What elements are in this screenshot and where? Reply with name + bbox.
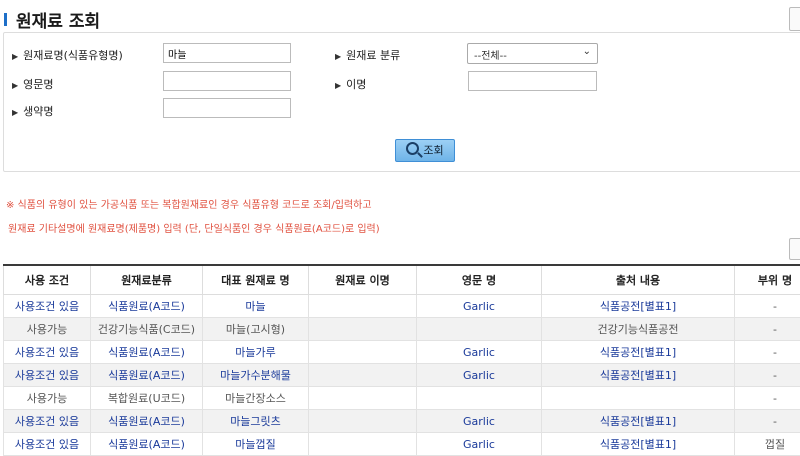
top-right-button[interactable] (789, 7, 800, 31)
cell-name: 마늘(고시형) (203, 318, 309, 341)
table-row[interactable]: 사용조건 있음식품원료(A코드)마늘 Garlic식품공전[별표1]- (4, 295, 800, 318)
scientific-label: ▶생약명 (12, 103, 54, 119)
scientific-input[interactable] (163, 98, 291, 118)
cell-category: 건강기능식품(C코드) (91, 318, 203, 341)
cell-condition: 사용조건 있음 (4, 410, 91, 433)
bullet-triangle-icon: ▶ (12, 81, 18, 90)
cell-category: 복합원료(U코드) (91, 387, 203, 410)
cell-english: Garlic (417, 295, 542, 318)
cell-english: Garlic (417, 341, 542, 364)
cell-name: 마늘가수분해물 (203, 364, 309, 387)
cell-name: 마늘가루 (203, 341, 309, 364)
search-button[interactable]: 조회 (395, 139, 455, 162)
english-label: ▶영문명 (12, 76, 54, 92)
cell-part: - (735, 341, 800, 364)
table-row[interactable]: 사용조건 있음식품원료(A코드)마늘가루 Garlic식품공전[별표1]- (4, 341, 800, 364)
cell-condition: 사용조건 있음 (4, 295, 91, 318)
cell-english (417, 387, 542, 410)
cell-alias (309, 364, 417, 387)
english-input[interactable] (163, 71, 291, 91)
table-row[interactable]: 사용가능건강기능식품(C코드)마늘(고시형) 건강기능식품공전- (4, 318, 800, 341)
cell-alias (309, 318, 417, 341)
table-row[interactable]: 사용조건 있음식품원료(A코드)마늘그릿츠 Garlic식품공전[별표1]- (4, 410, 800, 433)
column-header: 원재료 이명 (309, 265, 417, 295)
cell-name: 마늘그릿츠 (203, 410, 309, 433)
bullet-triangle-icon: ▶ (12, 52, 18, 61)
search-icon (406, 142, 419, 155)
title-accent-bar (4, 13, 7, 26)
notice-line-1: ※ 식품의 유형이 있는 가공식품 또는 복합원재료인 경우 식품유형 코드로 … (6, 196, 372, 211)
cell-name: 마늘껍질 (203, 433, 309, 456)
cell-part: - (735, 410, 800, 433)
cell-english: Garlic (417, 364, 542, 387)
cell-alias (309, 433, 417, 456)
cell-name: 마늘간장소스 (203, 387, 309, 410)
table-row[interactable]: 사용가능복합원료(U코드)마늘간장소스 - (4, 387, 800, 410)
cell-condition: 사용조건 있음 (4, 364, 91, 387)
table-row[interactable]: 사용조건 있음식품원료(A코드)마늘껍질 Garlic식품공전[별표1]껍질 (4, 433, 800, 456)
column-header: 원재료분류 (91, 265, 203, 295)
cell-condition: 사용조건 있음 (4, 433, 91, 456)
cell-part: - (735, 387, 800, 410)
column-header: 대표 원재료 명 (203, 265, 309, 295)
cell-part: - (735, 295, 800, 318)
cell-alias (309, 387, 417, 410)
cell-english: Garlic (417, 410, 542, 433)
column-header: 사용 조건 (4, 265, 91, 295)
page-header: 원재료 조회 (0, 4, 800, 32)
bullet-triangle-icon: ▶ (12, 108, 18, 117)
cell-condition: 사용조건 있음 (4, 341, 91, 364)
cell-alias (309, 341, 417, 364)
cell-source: 건강기능식품공전 (542, 318, 735, 341)
cell-source: 식품공전[별표1] (542, 295, 735, 318)
cell-source (542, 387, 735, 410)
chevron-down-icon: ⌄ (583, 46, 591, 57)
cell-alias (309, 295, 417, 318)
notice-line-2: 원재료 기타설명에 원재료명(제품명) 입력 (단, 단일식품인 경우 식품원료… (8, 220, 380, 235)
page-title: 원재료 조회 (16, 7, 100, 32)
cell-condition: 사용가능 (4, 318, 91, 341)
cell-english (417, 318, 542, 341)
cell-category: 식품원료(A코드) (91, 295, 203, 318)
cell-category: 식품원료(A코드) (91, 364, 203, 387)
results-table: 사용 조건원재료분류대표 원재료 명원재료 이명영문 명출처 내용부위 명 사용… (3, 264, 800, 456)
bullet-triangle-icon: ▶ (335, 52, 341, 61)
cell-part: - (735, 364, 800, 387)
cell-source: 식품공전[별표1] (542, 341, 735, 364)
cell-part: 껍질 (735, 433, 800, 456)
name-input[interactable] (163, 43, 291, 63)
cell-source: 식품공전[별표1] (542, 410, 735, 433)
cell-category: 식품원료(A코드) (91, 341, 203, 364)
table-header-row: 사용 조건원재료분류대표 원재료 명원재료 이명영문 명출처 내용부위 명 (4, 265, 800, 295)
cell-source: 식품공전[별표1] (542, 364, 735, 387)
cell-source: 식품공전[별표1] (542, 433, 735, 456)
alias-input[interactable] (468, 71, 597, 91)
cell-name: 마늘 (203, 295, 309, 318)
category-select[interactable]: --전체--⌄ (467, 43, 598, 64)
alias-label: ▶이명 (335, 76, 366, 92)
cell-alias (309, 410, 417, 433)
column-header: 부위 명 (735, 265, 800, 295)
name-label: ▶원재료명(식품유형명) (12, 47, 123, 63)
cell-part: - (735, 318, 800, 341)
table-row[interactable]: 사용조건 있음식품원료(A코드)마늘가수분해물 Garlic식품공전[별표1]- (4, 364, 800, 387)
excel-download-button[interactable] (789, 238, 800, 260)
column-header: 출처 내용 (542, 265, 735, 295)
cell-condition: 사용가능 (4, 387, 91, 410)
cell-category: 식품원료(A코드) (91, 433, 203, 456)
cell-english: Garlic (417, 433, 542, 456)
category-label: ▶원재료 분류 (335, 47, 400, 63)
cell-category: 식품원료(A코드) (91, 410, 203, 433)
column-header: 영문 명 (417, 265, 542, 295)
bullet-triangle-icon: ▶ (335, 81, 341, 90)
